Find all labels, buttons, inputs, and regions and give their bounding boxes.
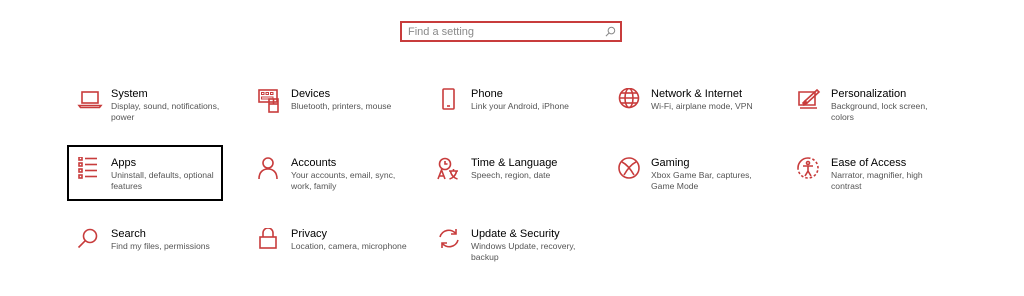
- tile-description: Windows Update, recovery, backup: [471, 241, 576, 262]
- apps-list-icon: [78, 157, 97, 179]
- tile-devices[interactable]: Devices Bluetooth, printers, mouse: [257, 88, 407, 138]
- tile-ease-of-access[interactable]: Ease of Access Narrator, magnifier, high…: [797, 157, 947, 207]
- tile-title: Apps: [111, 157, 137, 169]
- person-icon: [258, 157, 278, 180]
- ease-of-access-icon: [797, 157, 819, 179]
- tile-update-security[interactable]: Update & Security Windows Update, recove…: [437, 228, 587, 278]
- language-icon: [437, 157, 458, 180]
- tile-time-language[interactable]: Time & Language Speech, region, date: [437, 157, 587, 207]
- tile-title: System: [111, 88, 148, 100]
- tile-title: Devices: [291, 88, 331, 100]
- tile-title: Privacy: [291, 228, 328, 240]
- tile-system[interactable]: System Display, sound, notifications, po…: [77, 88, 227, 138]
- tile-title: Update & Security: [471, 228, 560, 240]
- search-box[interactable]: [400, 21, 622, 42]
- tile-title: Personalization: [831, 88, 907, 100]
- tile-title: Search: [111, 228, 146, 240]
- tile-personalization[interactable]: Personalization Background, lock screen,…: [797, 88, 947, 138]
- tile-description: Uninstall, defaults, optional features: [111, 170, 214, 191]
- tile-accounts[interactable]: Accounts Your accounts, email, sync, wor…: [257, 157, 407, 207]
- search-icon: [77, 228, 98, 249]
- tile-description: Location, camera, microphone: [291, 241, 407, 251]
- tile-apps[interactable]: Apps Uninstall, defaults, optional featu…: [77, 157, 227, 207]
- tile-title: Accounts: [291, 157, 337, 169]
- tile-network[interactable]: Network & Internet Wi-Fi, airplane mode,…: [617, 88, 767, 138]
- lock-icon: [259, 228, 277, 249]
- tile-title: Phone: [471, 88, 503, 100]
- tile-title: Ease of Access: [831, 157, 907, 169]
- search-input[interactable]: [408, 24, 604, 39]
- tile-phone[interactable]: Phone Link your Android, iPhone: [437, 88, 587, 138]
- tile-gaming[interactable]: Gaming Xbox Game Bar, captures, Game Mod…: [617, 157, 767, 207]
- xbox-icon: [618, 157, 640, 179]
- tile-description: Xbox Game Bar, captures, Game Mode: [651, 170, 752, 191]
- tile-description: Display, sound, notifications, power: [111, 101, 220, 122]
- phone-icon: [442, 88, 455, 110]
- tile-description: Link your Android, iPhone: [471, 101, 569, 111]
- tile-description: Bluetooth, printers, mouse: [291, 101, 392, 111]
- sync-icon: [439, 229, 459, 248]
- tile-title: Time & Language: [471, 157, 558, 169]
- paintbrush-icon: [798, 88, 821, 109]
- tile-description: Find my files, permissions: [111, 241, 210, 251]
- tile-description: Background, lock screen, colors: [831, 101, 928, 122]
- search-icon[interactable]: [605, 26, 616, 37]
- globe-icon: [618, 88, 640, 109]
- tile-description: Your accounts, email, sync, work, family: [291, 170, 396, 191]
- keyboard-icon: [258, 89, 279, 113]
- tile-search[interactable]: Search Find my files, permissions: [77, 228, 227, 278]
- tile-privacy[interactable]: Privacy Location, camera, microphone: [257, 228, 407, 278]
- tile-title: Network & Internet: [651, 88, 743, 100]
- laptop-icon: [77, 91, 103, 109]
- tile-description: Wi-Fi, airplane mode, VPN: [651, 101, 753, 111]
- tile-description: Speech, region, date: [471, 170, 551, 180]
- tile-description: Narrator, magnifier, high contrast: [831, 170, 923, 191]
- tile-title: Gaming: [651, 157, 690, 169]
